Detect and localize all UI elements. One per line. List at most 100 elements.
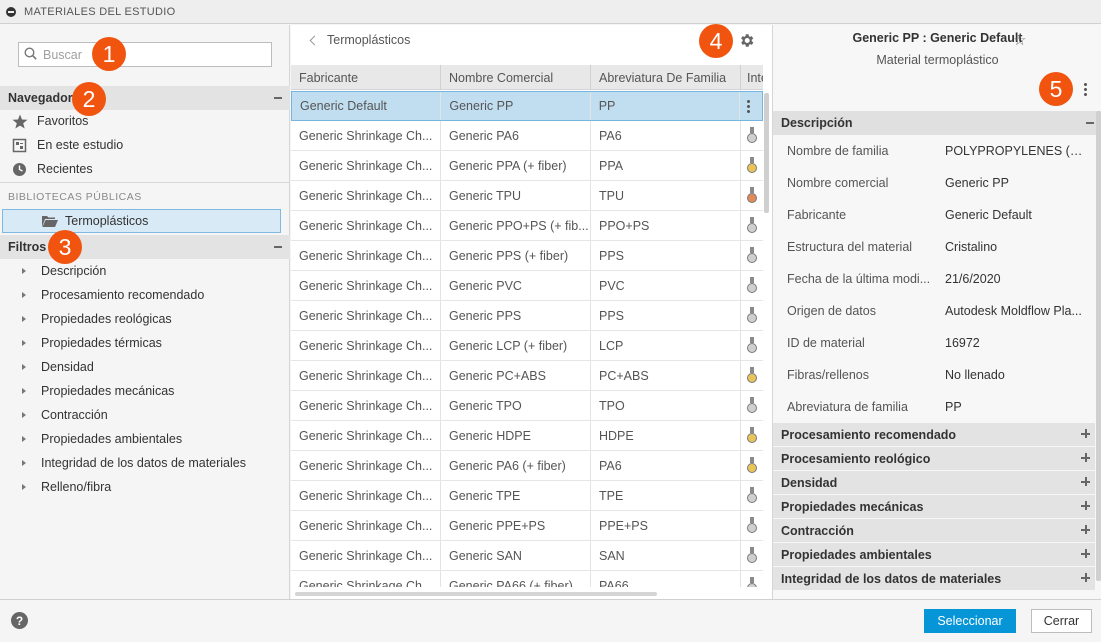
expand-plus-icon[interactable] <box>1081 477 1091 487</box>
expand-plus-icon[interactable] <box>1081 501 1091 511</box>
expand-triangle-icon[interactable] <box>22 412 26 418</box>
detail-section-header[interactable]: Contracción <box>773 519 1095 543</box>
column-header-integridad[interactable]: Inte <box>741 65 763 90</box>
expand-triangle-icon[interactable] <box>22 268 26 274</box>
expand-plus-icon[interactable] <box>1081 573 1091 583</box>
table-row[interactable]: Generic Default Generic PP PP <box>291 91 763 121</box>
filter-item[interactable]: Propiedades térmicas <box>22 332 162 354</box>
favorite-star-icon[interactable]: ☆ <box>1013 31 1026 49</box>
table-row[interactable]: Generic Shrinkage Ch... Generic PA6 PA6 <box>291 121 763 151</box>
cell-integridad <box>741 121 763 150</box>
filter-item[interactable]: Integridad de los datos de materiales <box>22 452 246 474</box>
cell-nombre-comercial: Generic PA66 (+ fiber) <box>441 571 591 587</box>
quality-medal-icon <box>747 456 757 475</box>
expand-triangle-icon[interactable] <box>22 460 26 466</box>
scrollbar-thumb[interactable] <box>764 93 769 213</box>
vertical-scrollbar[interactable] <box>763 91 772 599</box>
table-row[interactable]: Generic Shrinkage Ch... Generic LCP (+ fi… <box>291 331 763 361</box>
table-row[interactable]: Generic Shrinkage Ch... Generic HDPE HDPE <box>291 421 763 451</box>
filter-item[interactable]: Propiedades ambientales <box>22 428 182 450</box>
expand-plus-icon[interactable] <box>1081 453 1091 463</box>
filter-item[interactable]: Propiedades reológicas <box>22 308 172 330</box>
table-row[interactable]: Generic Shrinkage Ch... Generic PPE+PS PPE… <box>291 511 763 541</box>
library-label: Termoplásticos <box>65 214 149 228</box>
cell-fabricante: Generic Shrinkage Ch... <box>291 541 441 570</box>
library-item-termoplasticos[interactable]: Termoplásticos <box>2 209 281 233</box>
cell-nombre-comercial: Generic PPE+PS <box>441 511 591 540</box>
breadcrumb[interactable]: Termoplásticos <box>309 33 410 47</box>
expand-triangle-icon[interactable] <box>22 292 26 298</box>
table-row[interactable]: Generic Shrinkage Ch... Generic PA66 (+ f… <box>291 571 763 587</box>
filter-item[interactable]: Relleno/fibra <box>22 476 111 498</box>
table-row[interactable]: Generic Shrinkage Ch... Generic PPA (+ fi… <box>291 151 763 181</box>
table-row[interactable]: Generic Shrinkage Ch... Generic PA6 (+ fi… <box>291 451 763 481</box>
horizontal-scrollbar[interactable] <box>291 589 763 599</box>
collapse-minus-icon[interactable] <box>274 246 282 248</box>
more-options-icon[interactable] <box>1084 83 1087 96</box>
quality-medal-icon <box>747 546 757 565</box>
select-button[interactable]: Seleccionar <box>924 609 1016 633</box>
detail-section-header[interactable]: Procesamiento reológico <box>773 447 1095 471</box>
navigator-header[interactable]: Navegador <box>0 86 290 110</box>
table-row[interactable]: Generic Shrinkage Ch... Generic PPO+PS (+… <box>291 211 763 241</box>
expand-triangle-icon[interactable] <box>22 340 26 346</box>
detail-scrollbar[interactable] <box>1095 111 1101 591</box>
table-row[interactable]: Generic Shrinkage Ch... Generic TPU TPU <box>291 181 763 211</box>
expand-triangle-icon[interactable] <box>22 316 26 322</box>
expand-triangle-icon[interactable] <box>22 364 26 370</box>
expand-plus-icon[interactable] <box>1081 549 1091 559</box>
column-header-abreviatura[interactable]: Abreviatura De Familia <box>591 65 741 90</box>
detail-section-header[interactable]: Integridad de los datos de materiales <box>773 567 1095 591</box>
table-row[interactable]: Generic Shrinkage Ch... Generic PVC PVC <box>291 271 763 301</box>
detail-section-header[interactable]: Procesamiento recomendado <box>773 423 1095 447</box>
expand-triangle-icon[interactable] <box>22 388 26 394</box>
chevron-left-icon[interactable] <box>309 35 320 45</box>
gear-icon[interactable] <box>738 32 755 49</box>
filter-item[interactable]: Propiedades mecánicas <box>22 380 174 402</box>
cell-integridad <box>741 271 763 300</box>
nav-item-en-este-estudio[interactable]: En este estudio <box>12 134 123 156</box>
expand-plus-icon[interactable] <box>1081 525 1091 535</box>
detail-section-header[interactable]: Densidad <box>773 471 1095 495</box>
close-button[interactable]: Cerrar <box>1031 609 1092 633</box>
detail-section-header[interactable]: Propiedades mecánicas <box>773 495 1095 519</box>
property-row: Fecha de la última modi... 21/6/2020 <box>787 269 1097 289</box>
filter-label: Procesamiento recomendado <box>41 288 205 302</box>
description-header[interactable]: Descripción <box>773 111 1101 135</box>
section-label: Contracción <box>781 523 854 538</box>
property-value: 16972 <box>945 336 980 350</box>
collapse-icon[interactable] <box>6 6 16 17</box>
row-menu-icon[interactable] <box>747 99 751 113</box>
table-row[interactable]: Generic Shrinkage Ch... Generic TPE TPE <box>291 481 763 511</box>
nav-item-favoritos[interactable]: Favoritos <box>12 110 88 132</box>
filter-item[interactable]: Densidad <box>22 356 94 378</box>
section-label: Procesamiento recomendado <box>781 427 957 442</box>
table-row[interactable]: Generic Shrinkage Ch... Generic PC+ABS PC+… <box>291 361 763 391</box>
scrollbar-thumb[interactable] <box>295 592 657 596</box>
detail-section-header[interactable]: Propiedades ambientales <box>773 543 1095 567</box>
cell-integridad <box>741 181 763 210</box>
search-input[interactable]: Buscar <box>18 42 272 67</box>
column-header-fabricante[interactable]: Fabricante <box>291 65 441 90</box>
help-icon[interactable]: ? <box>11 612 28 629</box>
cell-fabricante: Generic Shrinkage Ch... <box>291 451 441 480</box>
expand-plus-icon[interactable] <box>1081 429 1091 439</box>
table-row[interactable]: Generic Shrinkage Ch... Generic PPS (+ fi… <box>291 241 763 271</box>
table-row[interactable]: Generic Shrinkage Ch... Generic PPS PPS <box>291 301 763 331</box>
table-row[interactable]: Generic Shrinkage Ch... Generic TPO TPO <box>291 391 763 421</box>
nav-item-recientes[interactable]: Recientes <box>12 158 93 180</box>
quality-medal-icon <box>747 126 757 145</box>
table-row[interactable]: Generic Shrinkage Ch... Generic SAN SAN <box>291 541 763 571</box>
expand-triangle-icon[interactable] <box>22 484 26 490</box>
scrollbar-thumb[interactable] <box>1096 111 1101 581</box>
filter-item[interactable]: Contracción <box>22 404 108 426</box>
column-header-nombre-comercial[interactable]: Nombre Comercial <box>441 65 591 90</box>
left-panel: Buscar Navegador Favoritos En este estud… <box>0 25 290 599</box>
collapse-minus-icon[interactable] <box>1086 122 1094 124</box>
filters-header[interactable]: Filtros <box>0 235 290 259</box>
expand-triangle-icon[interactable] <box>22 436 26 442</box>
filter-item[interactable]: Procesamiento recomendado <box>22 284 204 306</box>
filter-label: Contracción <box>41 408 108 422</box>
collapse-minus-icon[interactable] <box>274 97 282 99</box>
property-key: Fecha de la última modi... <box>787 272 931 286</box>
